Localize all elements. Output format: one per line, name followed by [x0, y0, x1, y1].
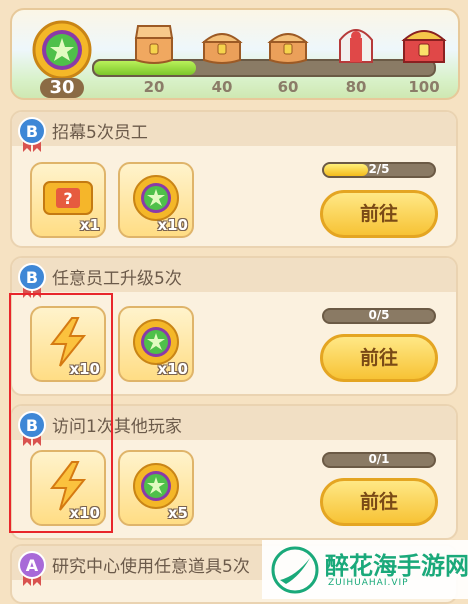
task-progress-text: 2/5: [368, 162, 390, 176]
gift-box-icon[interactable]: [332, 20, 380, 68]
reward-quantity: x10: [157, 216, 188, 234]
reward-quantity: x1: [79, 216, 100, 234]
reward-slot[interactable]: x10: [118, 306, 194, 382]
highlight-box: [9, 293, 113, 533]
task-title: 研究中心使用任意道具5次: [52, 557, 250, 577]
reward-quantity: x5: [167, 504, 188, 522]
watermark-title: 醉花海手游网: [325, 552, 468, 580]
grade-b-icon: B: [18, 117, 46, 152]
svg-text:?: ?: [63, 189, 72, 208]
current-points: 30: [40, 78, 84, 98]
task-progress-bar: 0/5: [322, 308, 436, 324]
watermark-logo-icon: [271, 546, 319, 594]
milestone-20: 20: [143, 78, 165, 96]
star-coin-icon: [32, 20, 92, 80]
go-button[interactable]: 前往: [320, 334, 438, 382]
milestone-panel: 30 20 40 60 80 100: [10, 8, 460, 100]
reward-quantity: x10: [157, 360, 188, 378]
grade-a-icon: A: [18, 551, 46, 586]
go-button[interactable]: 前往: [320, 478, 438, 526]
task-progress-text: 0/1: [368, 452, 390, 466]
chest-open-icon[interactable]: [130, 20, 178, 68]
chest-icon[interactable]: [198, 20, 246, 68]
svg-text:B: B: [26, 122, 38, 141]
reward-slot[interactable]: x10: [118, 162, 194, 238]
task-title: 任意员工升级5次: [52, 269, 182, 289]
watermark: 醉花海手游网 ZUIHUAHAI.VIP: [262, 540, 468, 599]
reward-slot[interactable]: ? x1: [30, 162, 106, 238]
milestone-80: 80: [345, 78, 367, 96]
task-progress-text: 0/5: [368, 308, 390, 322]
milestone-40: 40: [211, 78, 233, 96]
chest-icon[interactable]: [264, 20, 312, 68]
svg-text:B: B: [26, 268, 38, 287]
task-title: 招幕5次员工: [52, 123, 148, 143]
treasure-chest-icon[interactable]: [400, 20, 448, 68]
milestone-60: 60: [277, 78, 299, 96]
svg-text:A: A: [26, 556, 39, 575]
task-card: B 招幕5次员工 ? x1 x10 2/5 前往: [10, 110, 458, 248]
task-progress-bar: 2/5: [322, 162, 436, 178]
watermark-subtitle: ZUIHUAHAI.VIP: [328, 578, 409, 588]
go-button[interactable]: 前往: [320, 190, 438, 238]
milestone-100: 100: [408, 78, 440, 96]
task-progress-bar: 0/1: [322, 452, 436, 468]
reward-slot[interactable]: x5: [118, 450, 194, 526]
